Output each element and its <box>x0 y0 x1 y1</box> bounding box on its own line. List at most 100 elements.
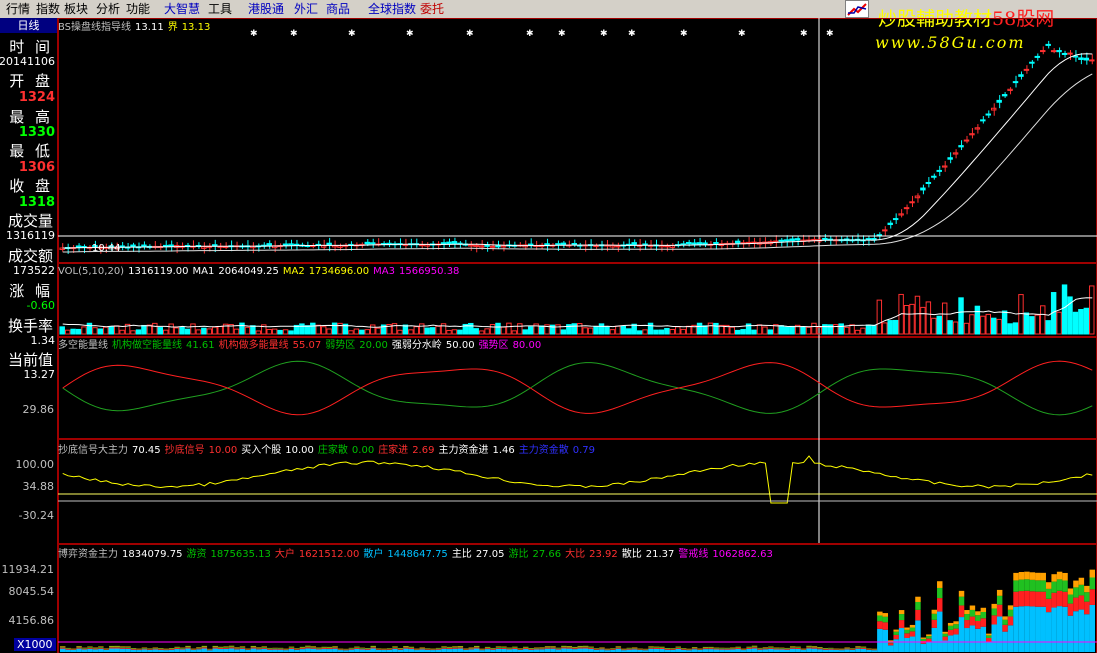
large-holder-capital-bar <box>283 649 289 651</box>
large-holder-capital-bar <box>239 647 246 649</box>
menu-item-9[interactable]: 商品 <box>326 2 350 16</box>
large-holder-capital-bar <box>637 649 643 650</box>
main-force-capital-bar <box>114 645 120 647</box>
candle-body <box>996 99 1002 103</box>
candle-body <box>282 243 289 246</box>
large-holder-capital-bar <box>245 649 251 650</box>
time-label: 时 间 <box>9 38 53 56</box>
menu-item-0[interactable]: 行情 <box>6 2 30 16</box>
retail-capital-bar <box>179 649 186 652</box>
retail-capital-bar <box>610 649 616 652</box>
retail-capital-bar <box>926 641 932 652</box>
volume-bar <box>179 326 185 335</box>
hot-money-capital-bar <box>484 647 491 649</box>
menu-item-1[interactable]: 指数 <box>36 2 60 16</box>
candle-body <box>527 243 534 246</box>
large-holder-capital-bar <box>70 649 77 651</box>
volume-bar <box>571 323 577 335</box>
candle-body <box>75 245 82 248</box>
hot-money-capital-bar <box>860 647 867 648</box>
menu-item-11[interactable]: 委托 <box>420 2 444 16</box>
volume-bar <box>152 322 158 335</box>
hot-money-capital-bar <box>147 648 153 650</box>
hot-money-capital-bar <box>779 648 785 649</box>
large-holder-capital-bar <box>593 649 600 650</box>
hot-money-capital-bar <box>577 646 583 648</box>
hot-money-capital-bar <box>958 596 965 606</box>
volume-bar <box>582 327 588 335</box>
hot-money-capital-bar <box>512 647 518 648</box>
low-value: 1306 <box>18 160 55 175</box>
hot-money-capital-bar <box>555 648 562 649</box>
large-holder-capital-bar <box>326 648 333 650</box>
candle-body <box>1056 50 1062 53</box>
retail-capital-bar <box>501 648 507 652</box>
main-force-capital-bar <box>501 646 507 648</box>
menu-item-10[interactable]: 全球指数 <box>368 2 416 16</box>
retail-capital-bar <box>92 649 99 652</box>
capital-panel-legend-item: 27.66 <box>532 549 562 560</box>
volume-bar <box>1078 309 1084 335</box>
retail-capital-bar <box>947 635 954 652</box>
candle-body <box>887 222 893 226</box>
candle-body <box>1034 55 1041 58</box>
large-holder-capital-bar <box>811 647 818 649</box>
retail-capital-bar <box>109 648 115 652</box>
volume-bar <box>527 326 534 335</box>
main-force-capital-bar <box>1051 574 1057 582</box>
hot-money-capital-bar <box>904 629 910 634</box>
retail-capital-bar <box>806 648 812 652</box>
retail-capital-bar <box>604 650 611 652</box>
menu-item-4[interactable]: 功能 <box>126 2 150 16</box>
large-holder-capital-bar <box>190 649 197 651</box>
volume-bar <box>206 328 213 335</box>
bottom-signal-panel-legend-item: 主力资金散 <box>518 445 569 456</box>
menu-item-8[interactable]: 外汇 <box>294 2 318 16</box>
signal-star-marker: ✱ <box>406 29 414 39</box>
menu-item-2[interactable]: 板块 <box>64 2 88 16</box>
menu-item-7[interactable]: 港股通 <box>248 2 284 16</box>
main-force-capital-bar <box>305 645 311 647</box>
volume-bar <box>822 324 828 335</box>
candle-body <box>713 242 719 245</box>
retail-capital-bar <box>277 649 284 652</box>
retail-capital-bar <box>523 649 529 652</box>
menu-item-3[interactable]: 分析 <box>96 2 120 16</box>
volume-bar <box>963 322 970 335</box>
large-holder-capital-bar <box>871 649 878 651</box>
high-value: 1330 <box>18 125 55 140</box>
retail-capital-bar <box>457 648 464 652</box>
volume-bar <box>985 313 991 335</box>
volume-panel-legend-item: MA3 <box>373 266 395 277</box>
hot-money-capital-bar <box>942 633 948 637</box>
close-value: 1318 <box>18 195 55 210</box>
volume-bar <box>914 295 921 335</box>
volume-bar <box>429 327 436 335</box>
large-holder-capital-bar <box>316 648 322 650</box>
signal-star-marker: ✱ <box>290 29 298 39</box>
retail-capital-bar <box>141 649 148 652</box>
retail-capital-bar <box>860 648 867 652</box>
retail-capital-bar <box>986 641 992 652</box>
retail-capital-bar <box>65 649 71 652</box>
large-holder-capital-bar <box>228 647 235 649</box>
hot-money-capital-bar <box>893 631 899 635</box>
menu-item-5[interactable]: 大智慧 <box>164 2 200 16</box>
period-tab[interactable]: 日线 <box>0 18 57 33</box>
signal-star-marker: ✱ <box>800 29 808 39</box>
volume-bar <box>849 324 855 335</box>
signal-star-marker: ✱ <box>558 29 566 39</box>
large-holder-capital-bar <box>539 648 545 650</box>
main-force-capital-bar <box>98 646 104 647</box>
large-holder-capital-bar <box>937 598 943 612</box>
menu-item-6[interactable]: 工具 <box>208 2 232 16</box>
volume-bar <box>163 329 169 335</box>
volume-bar <box>892 319 899 335</box>
main-force-capital-bar <box>310 646 317 647</box>
turnover-value: 1.34 <box>30 334 56 347</box>
volume-bar <box>593 326 599 335</box>
main-force-capital-bar <box>1007 605 1014 610</box>
bear-power-line <box>62 360 1093 416</box>
main-force-capital-bar <box>1035 572 1041 581</box>
large-holder-capital-bar <box>719 648 725 650</box>
